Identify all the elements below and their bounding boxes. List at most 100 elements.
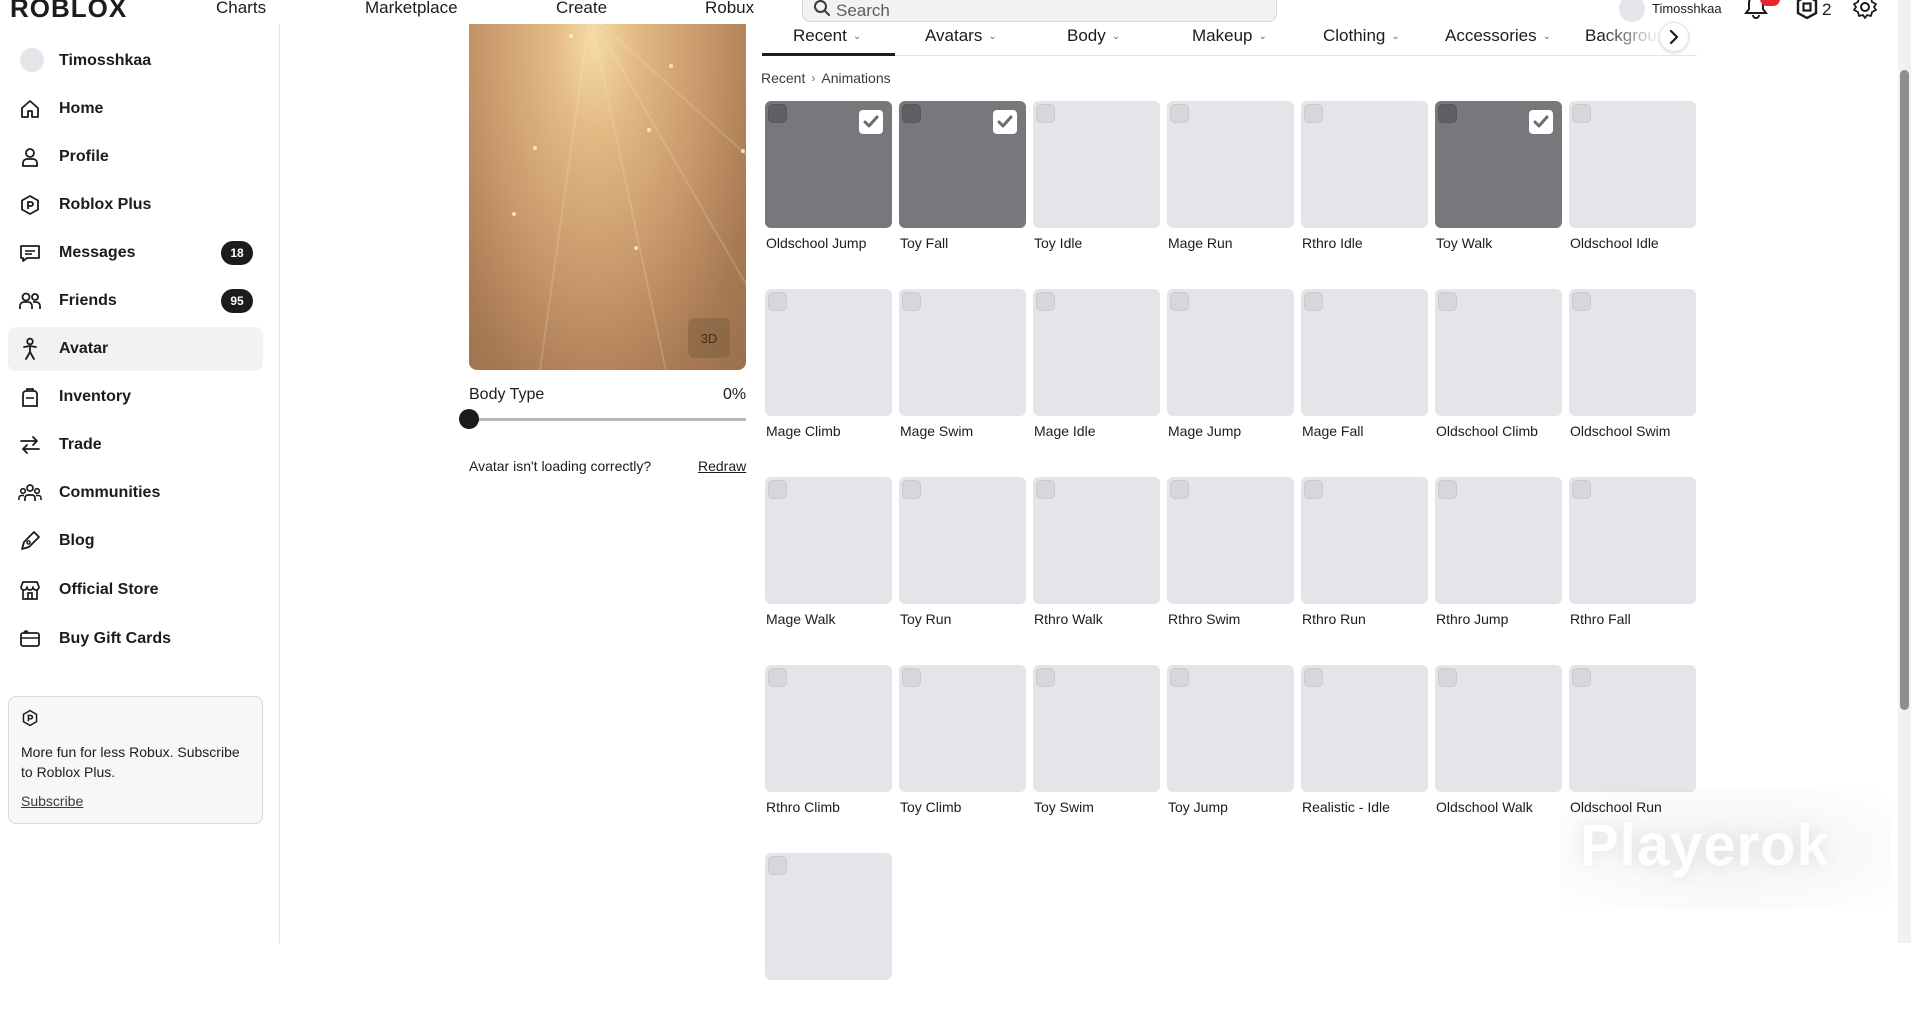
animation-item[interactable]: Toy Walk [1435,101,1562,281]
redraw-link[interactable]: Redraw [698,458,746,474]
item-thumbnail[interactable] [765,101,892,228]
item-thumbnail[interactable] [1167,289,1294,416]
item-thumbnail[interactable] [1167,665,1294,792]
animation-item[interactable]: Rthro Idle [1301,101,1428,281]
item-thumbnail[interactable] [899,289,1026,416]
item-thumbnail[interactable] [1301,289,1428,416]
animation-item[interactable]: Oldschool Idle [1569,101,1696,281]
toggle-3d-button[interactable]: 3D [688,318,730,358]
sidebar-item-blog[interactable]: Blog [8,519,263,563]
item-thumbnail[interactable] [765,477,892,604]
item-thumbnail[interactable] [765,853,892,980]
sidebar-item-roblox-plus[interactable]: Roblox Plus [8,183,263,227]
animation-item[interactable]: Mage Swim [899,289,1026,469]
tab-makeup[interactable]: Makeup ⌄ [1192,26,1267,46]
item-thumbnail[interactable] [899,101,1026,228]
item-thumbnail[interactable] [1435,101,1562,228]
item-thumbnail[interactable] [1301,665,1428,792]
item-name: Toy Idle [1034,235,1083,251]
item-thumbnail[interactable] [1569,101,1696,228]
robux-icon[interactable] [1796,0,1818,19]
sidebar-item-messages[interactable]: Messages 18 [8,231,263,275]
subscribe-link[interactable]: Subscribe [21,793,83,809]
animation-item[interactable]: Toy Jump [1167,665,1294,845]
sidebar-item-buy-gift-cards[interactable]: Buy Gift Cards [8,617,263,661]
animation-item[interactable]: Oldschool Walk [1435,665,1562,845]
sidebar-item-inventory[interactable]: Inventory [8,375,263,419]
animation-item[interactable]: Toy Swim [1033,665,1160,845]
item-thumbnail[interactable] [1033,101,1160,228]
sidebar-item-communities[interactable]: Communities [8,471,263,515]
item-thumbnail[interactable] [1167,477,1294,604]
user-avatar[interactable] [1619,0,1645,22]
item-thumbnail[interactable] [1301,101,1428,228]
tab-accessories[interactable]: Accessories ⌄ [1445,26,1551,46]
animation-item[interactable]: Rthro Climb [765,665,892,845]
tab-body[interactable]: Body ⌄ [1067,26,1120,46]
animation-item[interactable]: Rthro Run [1301,477,1428,657]
animation-item[interactable] [765,853,892,1033]
item-thumbnail[interactable] [1435,289,1562,416]
body-type-slider-thumb[interactable] [459,409,479,429]
sidebar-item-avatar[interactable]: Avatar [8,327,263,371]
sidebar-item-label: Home [59,100,104,117]
sidebar-item-trade[interactable]: Trade [8,423,263,467]
item-thumbnail[interactable] [1569,289,1696,416]
animation-item[interactable]: Toy Run [899,477,1026,657]
animation-item[interactable]: Mage Fall [1301,289,1428,469]
nav-marketplace[interactable]: Marketplace [365,0,458,18]
item-thumbnail[interactable] [899,477,1026,604]
avatar-preview[interactable]: 3D [469,24,746,370]
item-thumbnail[interactable] [1167,101,1294,228]
item-thumbnail[interactable] [1435,665,1562,792]
breadcrumb-recent[interactable]: Recent [761,70,805,86]
animation-item[interactable]: Toy Idle [1033,101,1160,281]
animation-item[interactable]: Mage Walk [765,477,892,657]
sidebar-user[interactable]: Timosshkaa [8,39,263,83]
nav-create[interactable]: Create [556,0,607,18]
gear-icon[interactable] [1852,0,1878,20]
animation-item[interactable]: Toy Fall [899,101,1026,281]
item-thumbnail[interactable] [765,289,892,416]
item-thumbnail[interactable] [1301,477,1428,604]
robux-count[interactable]: 2 [1822,0,1831,20]
nav-robux[interactable]: Robux [705,0,754,18]
search-input[interactable]: Search [802,0,1277,22]
roblox-logo[interactable]: ROBLOX [10,0,127,24]
avatar [20,48,44,72]
item-thumbnail[interactable] [1033,665,1160,792]
tab-clothing[interactable]: Clothing ⌄ [1323,26,1400,46]
item-thumbnail[interactable] [1033,289,1160,416]
sidebar-item-profile[interactable]: Profile [8,135,263,179]
tab-avatars[interactable]: Avatars ⌄ [925,26,997,46]
item-thumbnail[interactable] [1033,477,1160,604]
animation-item[interactable]: Mage Climb [765,289,892,469]
page-scrollbar-thumb[interactable] [1900,70,1909,710]
animation-item[interactable]: Rthro Jump [1435,477,1562,657]
animation-item[interactable]: Mage Jump [1167,289,1294,469]
animation-item[interactable]: Oldschool Jump [765,101,892,281]
item-thumbnail[interactable] [1569,477,1696,604]
animation-item[interactable]: Oldschool Swim [1569,289,1696,469]
item-thumbnail[interactable] [765,665,892,792]
sidebar-item-home[interactable]: Home [8,87,263,131]
sidebar-item-official-store[interactable]: Official Store [8,568,263,612]
animation-item[interactable]: Mage Idle [1033,289,1160,469]
animation-item[interactable]: Mage Run [1167,101,1294,281]
sidebar-item-friends[interactable]: Friends 95 [8,279,263,323]
animation-item[interactable]: Oldschool Climb [1435,289,1562,469]
animation-item[interactable]: Rthro Walk [1033,477,1160,657]
animation-item[interactable]: Rthro Fall [1569,477,1696,657]
animation-item[interactable]: Realistic - Idle [1301,665,1428,845]
tabs-next-button[interactable] [1659,22,1689,52]
animation-item[interactable]: Toy Climb [899,665,1026,845]
tab-recent[interactable]: Recent ⌄ [793,26,861,46]
item-thumbnail[interactable] [1435,477,1562,604]
nav-charts[interactable]: Charts [216,0,266,18]
item-thumbnail[interactable] [1569,665,1696,792]
animation-item[interactable]: Rthro Swim [1167,477,1294,657]
item-info-badge [1572,480,1591,499]
item-thumbnail[interactable] [899,665,1026,792]
body-type-slider-track[interactable] [469,418,746,421]
top-username[interactable]: Timosshkaa [1652,1,1722,16]
